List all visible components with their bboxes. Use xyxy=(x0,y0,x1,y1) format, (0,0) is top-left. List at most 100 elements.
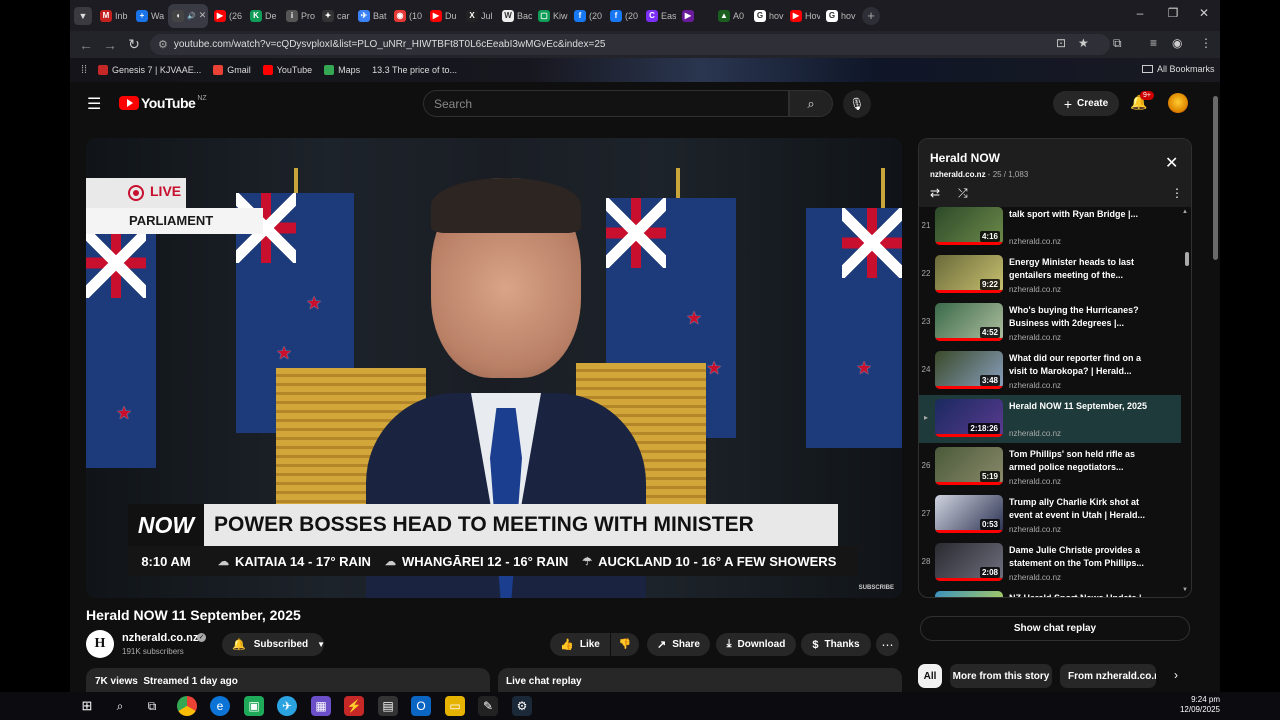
voice-search-button[interactable]: 🎙 xyxy=(843,90,871,118)
reload-icon[interactable]: ↻ xyxy=(122,36,146,53)
browser-tab[interactable]: f (20 xyxy=(606,4,640,28)
playlist-item-title[interactable]: Dame Julie Christie provides a statement… xyxy=(1009,544,1149,570)
bookmark-item[interactable]: Genesis 7 | KJVAAE... xyxy=(98,65,201,75)
task-view-icon[interactable]: ⧉ xyxy=(142,696,162,716)
video-thumbnail[interactable]: 0:53 xyxy=(935,495,1003,533)
loop-icon[interactable]: ⇄ xyxy=(930,186,940,200)
shuffle-icon[interactable]: ⤮ xyxy=(958,186,968,201)
playlist-item[interactable]: 27 0:53 Trump ally Charlie Kirk shot at ev… xyxy=(919,491,1181,539)
create-button[interactable]: + Create xyxy=(1053,91,1119,116)
extensions-icon[interactable]: ⧉ xyxy=(1113,36,1122,51)
browser-tab[interactable]: K De xyxy=(246,4,280,28)
playlist-scrollbar[interactable] xyxy=(1185,252,1189,266)
share-button[interactable]: ↗ Share xyxy=(647,633,710,656)
playlist-item-title[interactable]: What did our reporter find on a visit to… xyxy=(1009,352,1149,378)
browser-tab[interactable]: X Jul xyxy=(462,4,496,28)
bookmark-item[interactable]: 13.3 The price of to... xyxy=(372,65,457,75)
bookmark-item[interactable]: Maps xyxy=(324,65,360,75)
apps-grid-icon[interactable]: ⁞⁞ xyxy=(70,64,98,76)
live-chat-replay-header[interactable]: Live chat replay xyxy=(498,668,902,692)
telegram-icon[interactable]: ✈ xyxy=(277,696,297,716)
hamburger-menu-icon[interactable]: ☰ xyxy=(87,94,101,114)
browser-tab[interactable]: ▶ Hov xyxy=(786,4,820,28)
playlist-item-title[interactable]: Energy Minister heads to last gentailers… xyxy=(1009,256,1149,282)
windows-start-icon[interactable]: ⊞ xyxy=(77,696,97,716)
close-icon[interactable]: ✕ xyxy=(1165,153,1178,173)
thanks-button[interactable]: $ Thanks xyxy=(801,633,871,656)
browser-tab[interactable]: ▶ (26 xyxy=(210,4,244,28)
browser-tab[interactable]: ◉ (10 xyxy=(390,4,424,28)
like-button[interactable]: 👍 Like xyxy=(550,633,610,656)
chevron-right-icon[interactable]: › xyxy=(1174,668,1178,682)
video-thumbnail[interactable]: 4:52 xyxy=(935,303,1003,341)
playlist-item[interactable]: 26 5:19 Tom Phillips' son held rifle as ar… xyxy=(919,443,1181,491)
playlist-item[interactable]: 24 3:48 What did our reporter find on a vi… xyxy=(919,347,1181,395)
store-icon[interactable]: ▤ xyxy=(378,696,398,716)
bookmark-item[interactable]: Gmail xyxy=(213,65,251,75)
all-bookmarks-button[interactable]: All Bookmarks xyxy=(1142,64,1215,74)
youtube-logo[interactable]: YouTube NZ xyxy=(119,95,207,111)
browser-tab[interactable]: ▶ xyxy=(678,4,712,28)
tab-audio-icon[interactable]: 🔊 xyxy=(187,12,196,20)
playlist-channel[interactable]: nzherald.co.nz xyxy=(930,170,986,179)
bookmark-item[interactable]: YouTube xyxy=(262,65,312,75)
menu-icon[interactable]: ⋮ xyxy=(1200,36,1212,50)
playlist-item[interactable]: 21 4:16 talk sport with Ryan Bridge |... nz… xyxy=(919,207,1181,251)
download-button[interactable]: ⤓ Download xyxy=(716,633,796,656)
page-scrollbar[interactable] xyxy=(1213,96,1218,260)
subscribed-button[interactable]: 🔔 Subscribed ▼ xyxy=(222,633,325,656)
browser-tab[interactable]: M Inb xyxy=(96,4,130,28)
browser-tab[interactable]: Ghov xyxy=(750,4,784,28)
video-player[interactable]: ★ ★ ★ ★ ★ ★ LIVE PARLIAMENT NOW POWER BOSS… xyxy=(86,138,902,598)
browser-tab[interactable]: ▢ Kiw xyxy=(534,4,568,28)
dislike-button[interactable]: 👎 xyxy=(611,633,639,656)
browser-tab[interactable]: ✦ car xyxy=(318,4,352,28)
browser-tab[interactable]: + Wa xyxy=(132,4,166,28)
browser-tab[interactable]: ▶ Du xyxy=(426,4,460,28)
search-input[interactable]: Search xyxy=(423,90,789,117)
video-thumbnail[interactable]: 9:22 xyxy=(935,255,1003,293)
show-chat-replay-button[interactable]: Show chat replay xyxy=(920,616,1190,641)
forward-icon[interactable]: → xyxy=(98,37,122,53)
file-explorer-icon[interactable]: ▭ xyxy=(445,696,465,716)
playlist-item-title[interactable]: Trump ally Charlie Kirk shot at event at… xyxy=(1009,496,1149,522)
bookmark-star-icon[interactable]: ★ xyxy=(1078,36,1089,50)
subscribe-watermark[interactable]: SUBSCRIBE xyxy=(859,585,894,591)
site-info-icon[interactable]: ⚙ xyxy=(158,38,168,51)
new-tab-button[interactable]: + xyxy=(862,6,880,25)
tab-search-icon[interactable]: ▼ xyxy=(74,6,92,25)
close-window-icon[interactable]: ✕ xyxy=(1194,6,1214,20)
video-thumbnail[interactable]: 2:08 xyxy=(935,543,1003,581)
back-icon[interactable]: ← xyxy=(74,37,98,53)
playlist-item[interactable]: 28 2:08 Dame Julie Christie provides a sta… xyxy=(919,539,1181,587)
browser-tab[interactable]: C Eas xyxy=(642,4,676,28)
video-thumbnail[interactable]: 2:18:26 xyxy=(935,399,1003,437)
account-avatar[interactable] xyxy=(1168,93,1188,113)
search-icon[interactable]: ⌕ xyxy=(110,696,130,716)
channel-avatar[interactable]: H xyxy=(86,630,114,658)
playlist-item-title[interactable]: NZ Herald Sport News Update | Swimmer jo… xyxy=(1009,592,1149,597)
more-options-icon[interactable]: ⋮ xyxy=(1171,186,1183,200)
channel-name[interactable]: nzherald.co.nz xyxy=(122,632,198,644)
steam-icon[interactable]: ⚙ xyxy=(512,696,532,716)
app-icon[interactable]: ▦ xyxy=(311,696,331,716)
chip-from-channel[interactable]: From nzherald.co.nz xyxy=(1060,664,1156,688)
tab-close-icon[interactable]: ✕ xyxy=(199,10,207,21)
install-icon[interactable]: ⊡ xyxy=(1056,36,1066,50)
playlist-item-title[interactable]: talk sport with Ryan Bridge |... xyxy=(1009,208,1149,221)
maximize-icon[interactable]: ❐ xyxy=(1163,6,1183,20)
browser-tab[interactable]: W Bac xyxy=(498,4,532,28)
browser-tab[interactable]: Ghov xyxy=(822,4,856,28)
chip-all[interactable]: All xyxy=(918,664,942,688)
app-icon[interactable]: ⚡ xyxy=(344,696,364,716)
chip-more-from-story[interactable]: More from this story xyxy=(950,664,1052,688)
playlist-item[interactable]: ▸ 2:18:26 Herald NOW 11 September, 2025 nzh… xyxy=(919,395,1181,443)
video-thumbnail[interactable] xyxy=(935,591,1003,597)
address-bar[interactable]: ⚙ youtube.com/watch?v=cQDysvploxI&list=P… xyxy=(150,34,1110,55)
chrome-icon[interactable] xyxy=(177,696,197,716)
outlook-icon[interactable]: O xyxy=(411,696,431,716)
browser-tab[interactable]: i Pro xyxy=(282,4,316,28)
edge-icon[interactable]: e xyxy=(210,696,230,716)
playlist-item-title[interactable]: Who's buying the Hurricanes? Business wi… xyxy=(1009,304,1149,330)
scroll-down-icon[interactable]: ▼ xyxy=(1182,587,1188,593)
